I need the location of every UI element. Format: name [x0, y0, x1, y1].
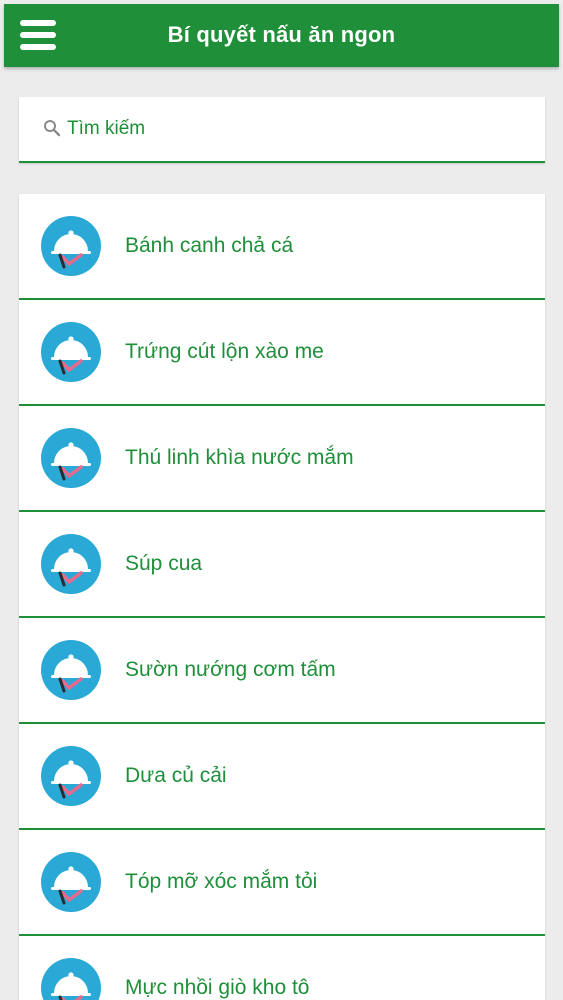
search-bar: [19, 97, 545, 163]
serving-dish-icon: [41, 216, 101, 276]
list-item[interactable]: Tóp mỡ xóc mắm tỏi: [19, 830, 545, 936]
list-item-label: Súp cua: [125, 552, 203, 575]
serving-dish-icon: [41, 534, 101, 594]
list-item-label: Thú linh khìa nước mắm: [125, 446, 354, 469]
serving-dish-icon: [41, 428, 101, 488]
search-input[interactable]: [67, 111, 527, 147]
list-item[interactable]: Dưa củ cải: [19, 724, 545, 830]
list-item[interactable]: Trứng cút lộn xào me: [19, 300, 545, 406]
list-item-label: Dưa củ cải: [125, 764, 227, 787]
list-item[interactable]: Bánh canh chả cá: [19, 194, 545, 300]
serving-dish-icon: [41, 640, 101, 700]
list-item[interactable]: Mực nhồi giò kho tô: [19, 936, 545, 1000]
list-item-label: Trứng cút lộn xào me: [125, 340, 324, 363]
page-title: Bí quyết nấu ăn ngon: [167, 22, 396, 47]
list-item[interactable]: Sườn nướng cơm tấm: [19, 618, 545, 724]
serving-dish-icon: [41, 958, 101, 1000]
app-screen: Bí quyết nấu ăn ngon Bánh canh chả cá: [0, 0, 563, 1000]
list-item-label: Mực nhồi giò kho tô: [125, 976, 310, 999]
serving-dish-icon: [41, 322, 101, 382]
serving-dish-icon: [41, 746, 101, 806]
list-item[interactable]: Súp cua: [19, 512, 545, 618]
recipe-list: Bánh canh chả cá Trứng cút lộn xào me Th…: [19, 194, 545, 1000]
list-item[interactable]: Thú linh khìa nước mắm: [19, 406, 545, 512]
list-item-label: Tóp mỡ xóc mắm tỏi: [125, 870, 318, 893]
list-item-label: Sườn nướng cơm tấm: [125, 658, 336, 681]
list-item-label: Bánh canh chả cá: [125, 234, 294, 257]
search-icon: [44, 120, 61, 137]
serving-dish-icon: [41, 852, 101, 912]
app-header: Bí quyết nấu ăn ngon: [4, 4, 559, 67]
